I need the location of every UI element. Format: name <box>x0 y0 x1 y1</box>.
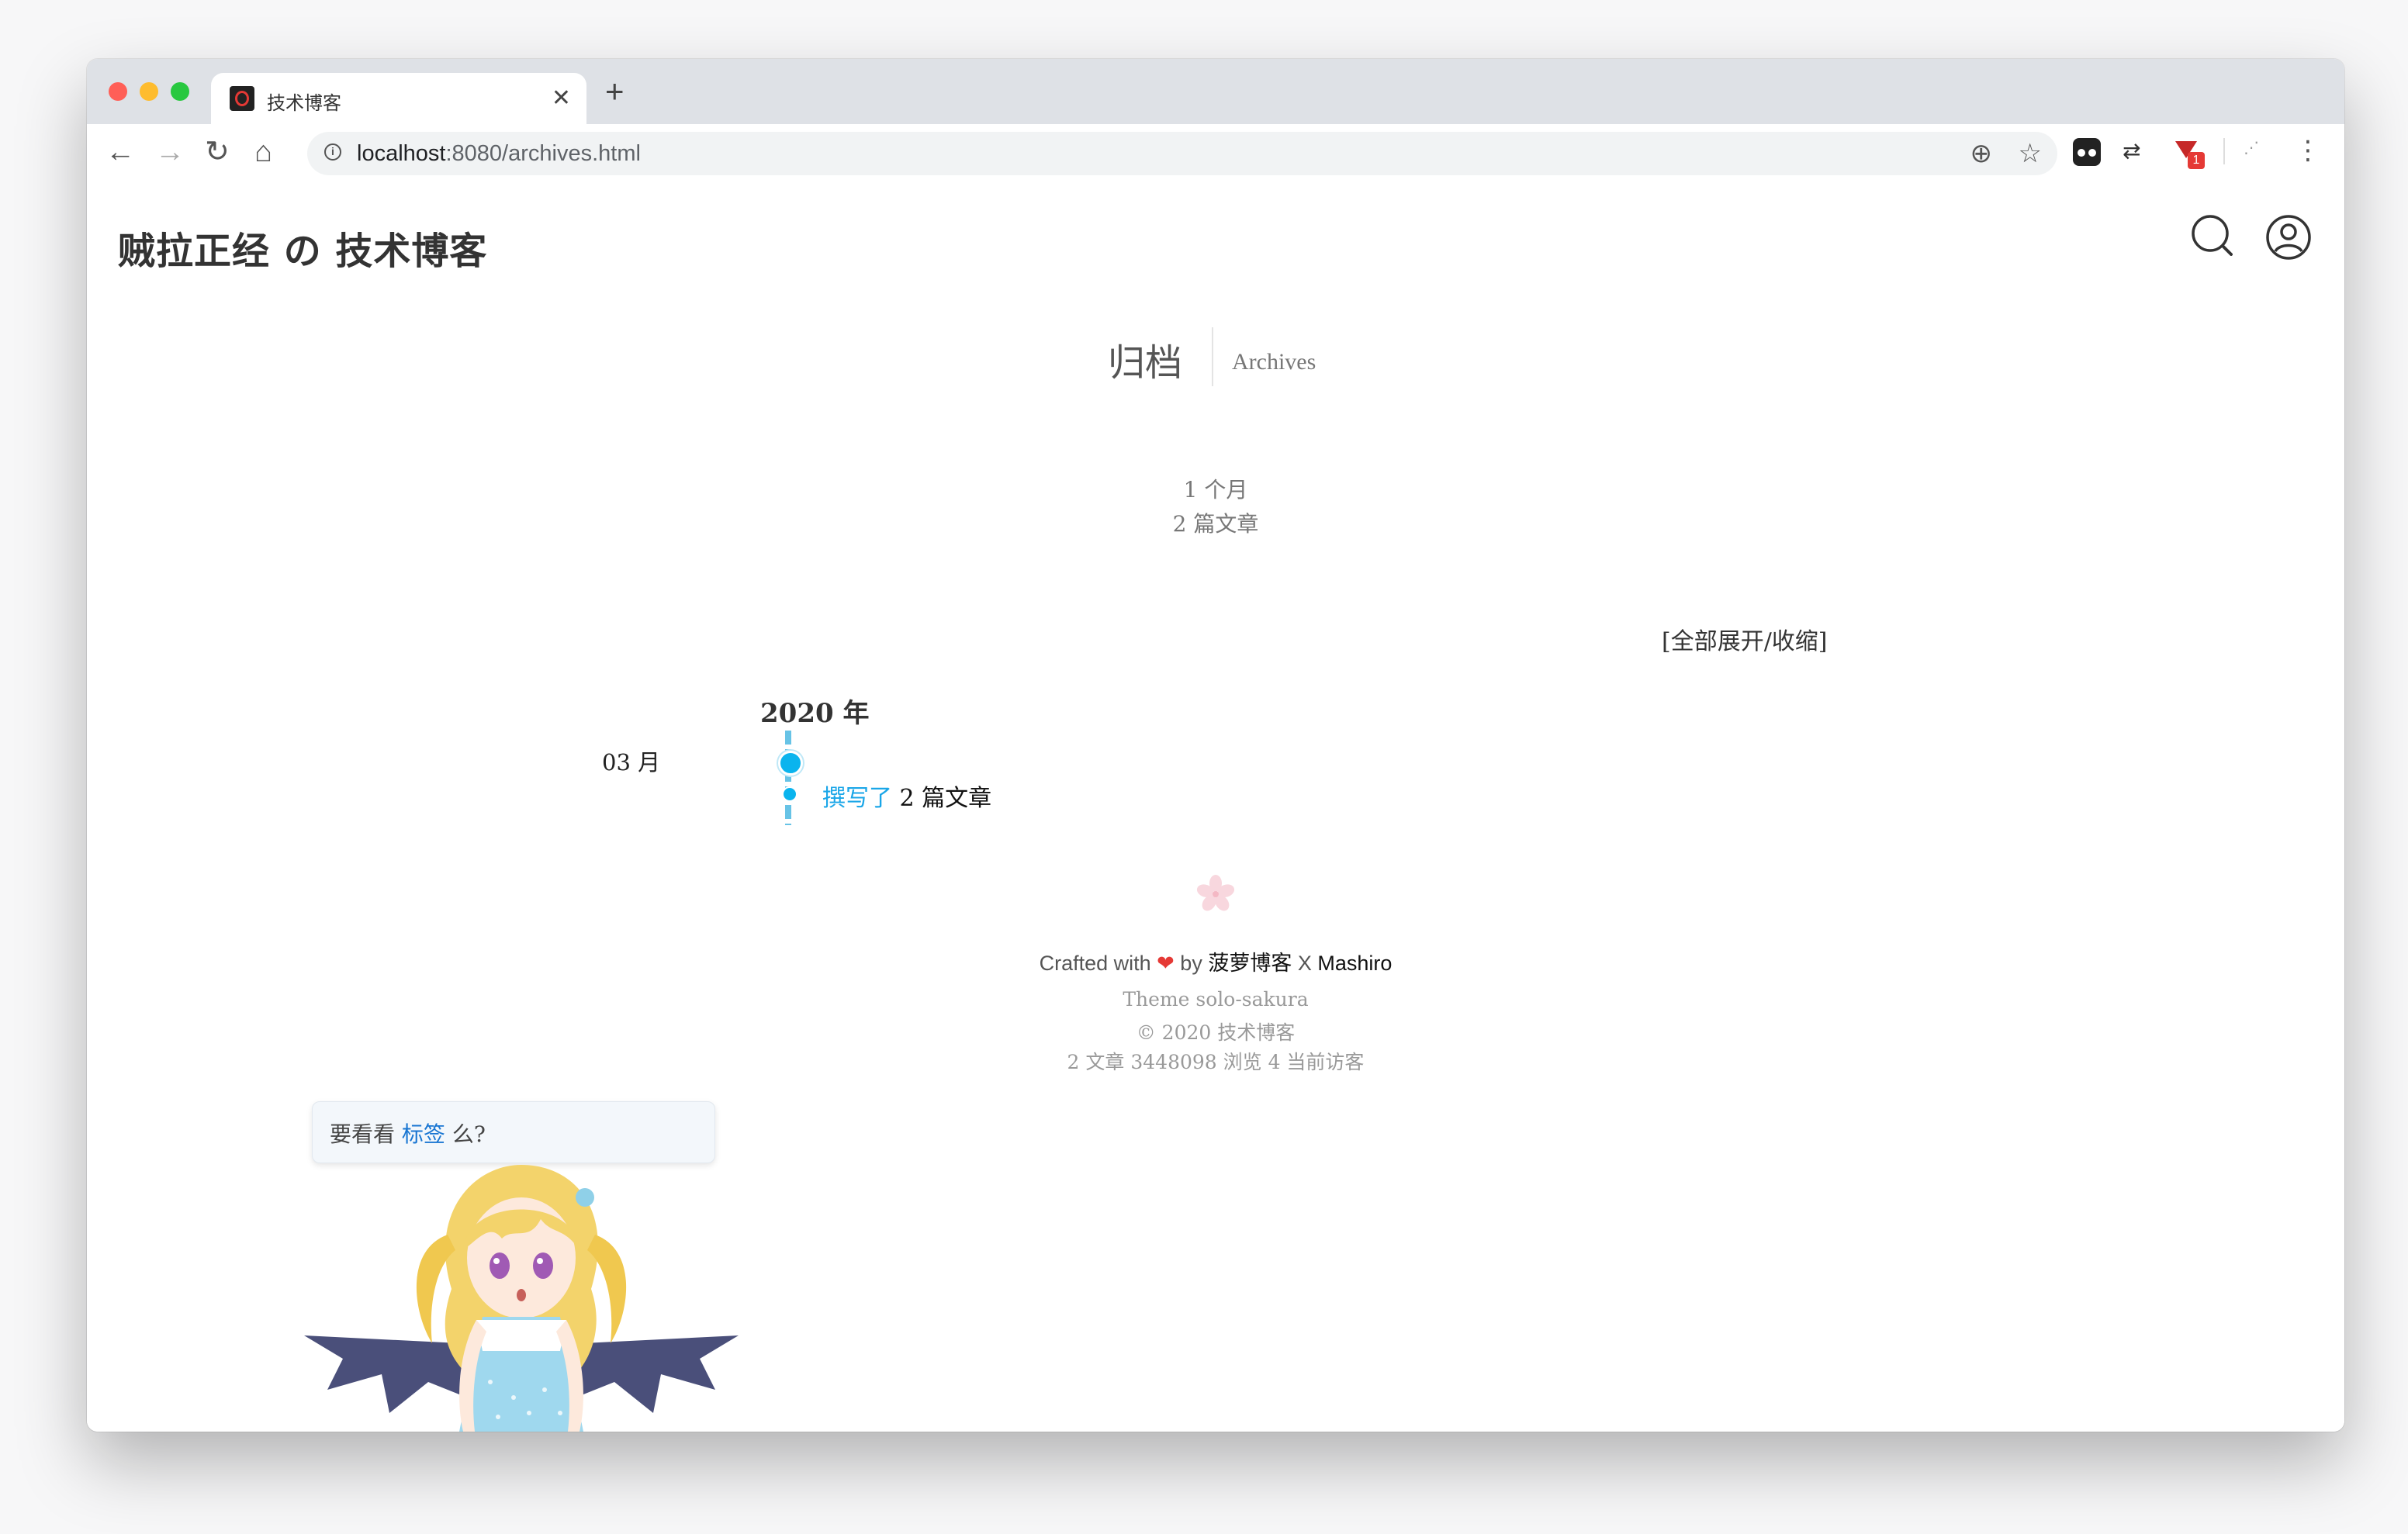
search-icon[interactable] <box>2191 214 2233 256</box>
url-text[interactable]: localhost:8080/archives.html <box>357 141 641 167</box>
browser-window: 技术博客 ✕ + ← → ↻ ⌂ i localhost:8080/archiv… <box>87 59 2344 1432</box>
author-link[interactable]: 菠萝博客 <box>1208 952 1292 975</box>
site-stats: 2 文章 3448098 浏览 4 当前访客 <box>1067 1051 1365 1073</box>
vue-devtools-extension-icon[interactable]: 1 <box>2175 138 2205 169</box>
tab-strip: 技术博客 ✕ + <box>87 59 2344 124</box>
archive-posts-total: 2 篇文章 <box>1172 511 1259 537</box>
tab-title: 技术博客 <box>267 92 341 114</box>
timeline-line <box>785 731 791 825</box>
archive-months-total: 1 个月 <box>1183 477 1248 503</box>
reload-icon[interactable]: ↻ <box>205 135 230 169</box>
user-icon[interactable] <box>2265 214 2312 261</box>
browser-menu-icon[interactable]: ⋮ <box>2295 135 2321 166</box>
archive-post-row: 撰写了 2 篇文章 <box>822 779 991 813</box>
translate-extension-icon[interactable]: ⇄ <box>2123 138 2150 166</box>
new-tab-button[interactable]: + <box>605 75 624 108</box>
home-icon[interactable]: ⌂ <box>254 135 272 169</box>
tab-active[interactable]: 技术博客 ✕ <box>211 73 586 124</box>
sakura-flower-icon <box>1196 875 1235 911</box>
info-icon[interactable]: i <box>324 143 341 161</box>
theme-credit[interactable]: Theme solo-sakura <box>87 988 2344 1011</box>
archive-title-en: Archives <box>1232 349 1316 375</box>
zoom-window-button[interactable] <box>171 82 189 101</box>
back-arrow-icon[interactable]: ← <box>106 135 135 169</box>
archive-heading: 归档 Archives <box>1108 327 1341 389</box>
mascot-speech-bubble: 要看看 标签 么? <box>312 1101 715 1163</box>
heart-icon: ❤ <box>1157 952 1175 975</box>
crafted-line: Crafted with ❤ by 菠萝博客 X Mashiro <box>1039 952 1393 975</box>
copyright: © 2020 技术博客 <box>1136 1021 1296 1044</box>
minimize-window-button[interactable] <box>140 82 158 101</box>
ghostery-extension-icon[interactable] <box>2073 138 2101 166</box>
mashiro-link[interactable]: Mashiro <box>1317 952 1392 975</box>
address-bar[interactable]: i localhost:8080/archives.html ⊕ ☆ <box>307 132 2057 175</box>
toolbar-divider <box>2223 138 2225 164</box>
install-app-icon[interactable]: ⊕ <box>1970 138 1993 169</box>
mascot-character[interactable] <box>296 1165 746 1432</box>
heading-divider <box>1212 327 1213 386</box>
post-count: 2 篇文章 <box>899 785 992 812</box>
month-dot <box>778 751 803 776</box>
expand-collapse-all-toggle[interactable]: [全部展开/收缩] <box>1662 622 1828 656</box>
post-dot <box>782 786 797 802</box>
extension-badge: 1 <box>2188 152 2205 169</box>
close-window-button[interactable] <box>109 82 127 101</box>
post-link[interactable]: 撰写了 <box>822 785 892 812</box>
tab-close-icon[interactable]: ✕ <box>552 85 571 112</box>
archive-year[interactable]: 2020 年 <box>760 692 869 730</box>
page-content: 贼拉正经 の 技术博客 归档 Archives 1 个月 2 篇文章 [全部展开… <box>87 183 2344 1432</box>
archive-month[interactable]: 03 月 <box>602 745 660 777</box>
archive-title-cn: 归档 <box>1108 341 1183 385</box>
site-title[interactable]: 贼拉正经 の 技术博客 <box>118 220 487 275</box>
browser-toolbar: ← → ↻ ⌂ i localhost:8080/archives.html ⊕… <box>87 124 2344 185</box>
bookmark-star-icon[interactable]: ☆ <box>2019 138 2042 169</box>
more-extensions-icon[interactable]: ⋰ <box>2244 138 2271 166</box>
favicon-icon <box>230 86 254 111</box>
forward-arrow-icon[interactable]: → <box>155 135 185 169</box>
tags-link[interactable]: 标签 <box>402 1121 445 1147</box>
